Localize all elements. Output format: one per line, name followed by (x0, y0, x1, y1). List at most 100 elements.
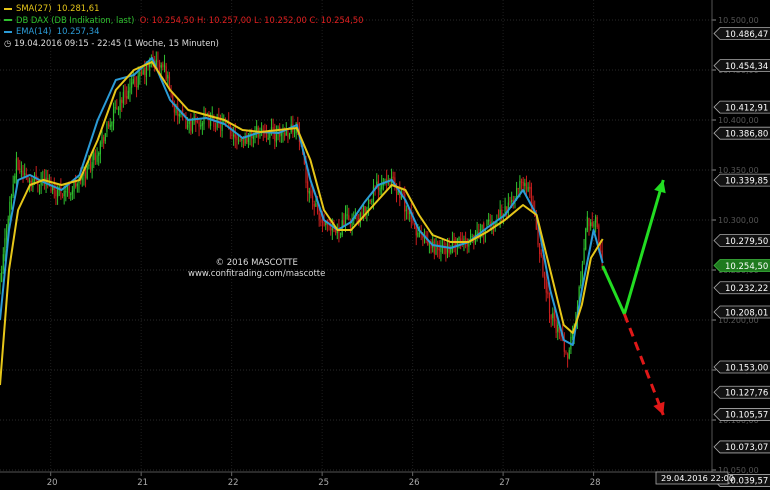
candle-body (65, 191, 67, 193)
candle-body (293, 132, 296, 134)
candle-body (55, 190, 57, 196)
candle-body (104, 133, 106, 142)
price-label: 10.127,76 (725, 389, 768, 399)
candle-body (132, 79, 134, 84)
candle-body (552, 313, 554, 319)
legend: SMA(27) 10.281,61 DB DAX (DB Indikation,… (4, 3, 363, 49)
candle-body (4, 238, 6, 253)
watermark-copyright: © 2016 MASCOTTE (215, 258, 298, 268)
legend-time-range: ◷ 19.04.2016 09:15 - 22:45 (1 Woche, 15 … (4, 38, 363, 50)
candle-body (586, 216, 588, 230)
candle-body (581, 264, 584, 280)
candle-body (280, 133, 282, 136)
price-label: 10.232,22 (725, 284, 768, 294)
candle-body (571, 333, 574, 339)
candle-body (522, 181, 524, 186)
price-label: 10.153,00 (725, 363, 768, 373)
candle-body (481, 224, 483, 231)
candle-body (137, 75, 139, 88)
candle-body (471, 235, 473, 237)
price-label: 10.386,80 (725, 130, 768, 140)
candle-body (213, 117, 215, 128)
candle-body (318, 213, 320, 220)
x-tick-label: 26 (409, 478, 420, 488)
candle-body (590, 222, 592, 227)
candle-body (124, 90, 126, 98)
candle-body (134, 77, 136, 87)
x-tick-label: 27 (499, 478, 510, 488)
candle-body (598, 225, 600, 243)
candle-body (465, 237, 467, 239)
candle-body (567, 353, 569, 359)
candle-body (20, 170, 22, 172)
candle-body (553, 311, 556, 322)
candle-body (530, 187, 533, 204)
candle-body (509, 201, 511, 203)
candle-body (275, 129, 278, 143)
candle-body (348, 215, 350, 221)
candle-body (308, 191, 310, 194)
candle-body (362, 205, 365, 215)
candle-body (374, 185, 376, 187)
price-label: 10.073,07 (725, 443, 768, 453)
candle-body (114, 107, 116, 109)
price-chart: 10.500,0010.450,0010.400,0010.350,0010.3… (0, 0, 770, 490)
candle-body (142, 69, 144, 75)
sma-swatch (4, 7, 12, 10)
y-tick-label: 10.350,00 (718, 166, 759, 175)
price-label: 10.412,91 (725, 103, 768, 113)
candle-body (93, 152, 95, 161)
candle-body (101, 136, 103, 144)
candle-body (525, 183, 528, 190)
candle-body (550, 315, 552, 320)
candle-body (593, 223, 595, 227)
candle-body (488, 219, 490, 222)
candle-body (139, 71, 141, 77)
candle-body (1, 271, 3, 282)
candle-body (545, 279, 547, 293)
candle-body (313, 203, 315, 207)
candle-body (24, 173, 26, 175)
candle-body (568, 350, 570, 359)
candle-body (270, 127, 273, 130)
candle-body (282, 132, 284, 134)
x-tick-label: 28 (590, 478, 601, 488)
candle-body (594, 216, 597, 223)
price-label: 10.208,01 (725, 308, 768, 318)
candle-body (547, 291, 549, 295)
candle-body (201, 123, 203, 126)
candle-body (140, 72, 143, 75)
candle-body (165, 66, 167, 80)
candle-body (76, 184, 78, 186)
candle-body (131, 82, 133, 88)
candle-body (121, 99, 123, 103)
x-tick-label: 20 (47, 478, 58, 488)
candle-body (86, 166, 88, 179)
candle-body (129, 87, 131, 93)
ema-value: 10.257,34 (56, 26, 100, 36)
candlestick-icon (4, 19, 12, 21)
candle-body (267, 137, 269, 140)
candle-body (583, 247, 585, 263)
candle-body (520, 179, 523, 184)
candle-body (17, 157, 19, 170)
candle-body (529, 186, 531, 189)
watermark: © 2016 MASCOTTE www.confitrading.com/mas… (188, 258, 325, 280)
candle-body (188, 120, 190, 125)
candle-body (14, 176, 16, 184)
candle-body (160, 65, 162, 68)
candle-body (61, 194, 64, 196)
candle-body (438, 248, 440, 251)
clock-icon: ◷ (4, 37, 12, 48)
current-price-label: 10.254,50 (725, 262, 768, 272)
candle-body (196, 121, 199, 123)
candle-body (237, 140, 240, 142)
candle-body (157, 60, 159, 63)
chart: { "legend": { "sma_label": "SMA(27)", "s… (0, 0, 770, 490)
candle-body (565, 351, 567, 353)
candle-body (287, 129, 289, 137)
candle-body (369, 200, 371, 202)
candle-body (372, 186, 375, 201)
y-tick-label: 10.300,00 (718, 216, 759, 225)
candle-body (252, 136, 254, 139)
